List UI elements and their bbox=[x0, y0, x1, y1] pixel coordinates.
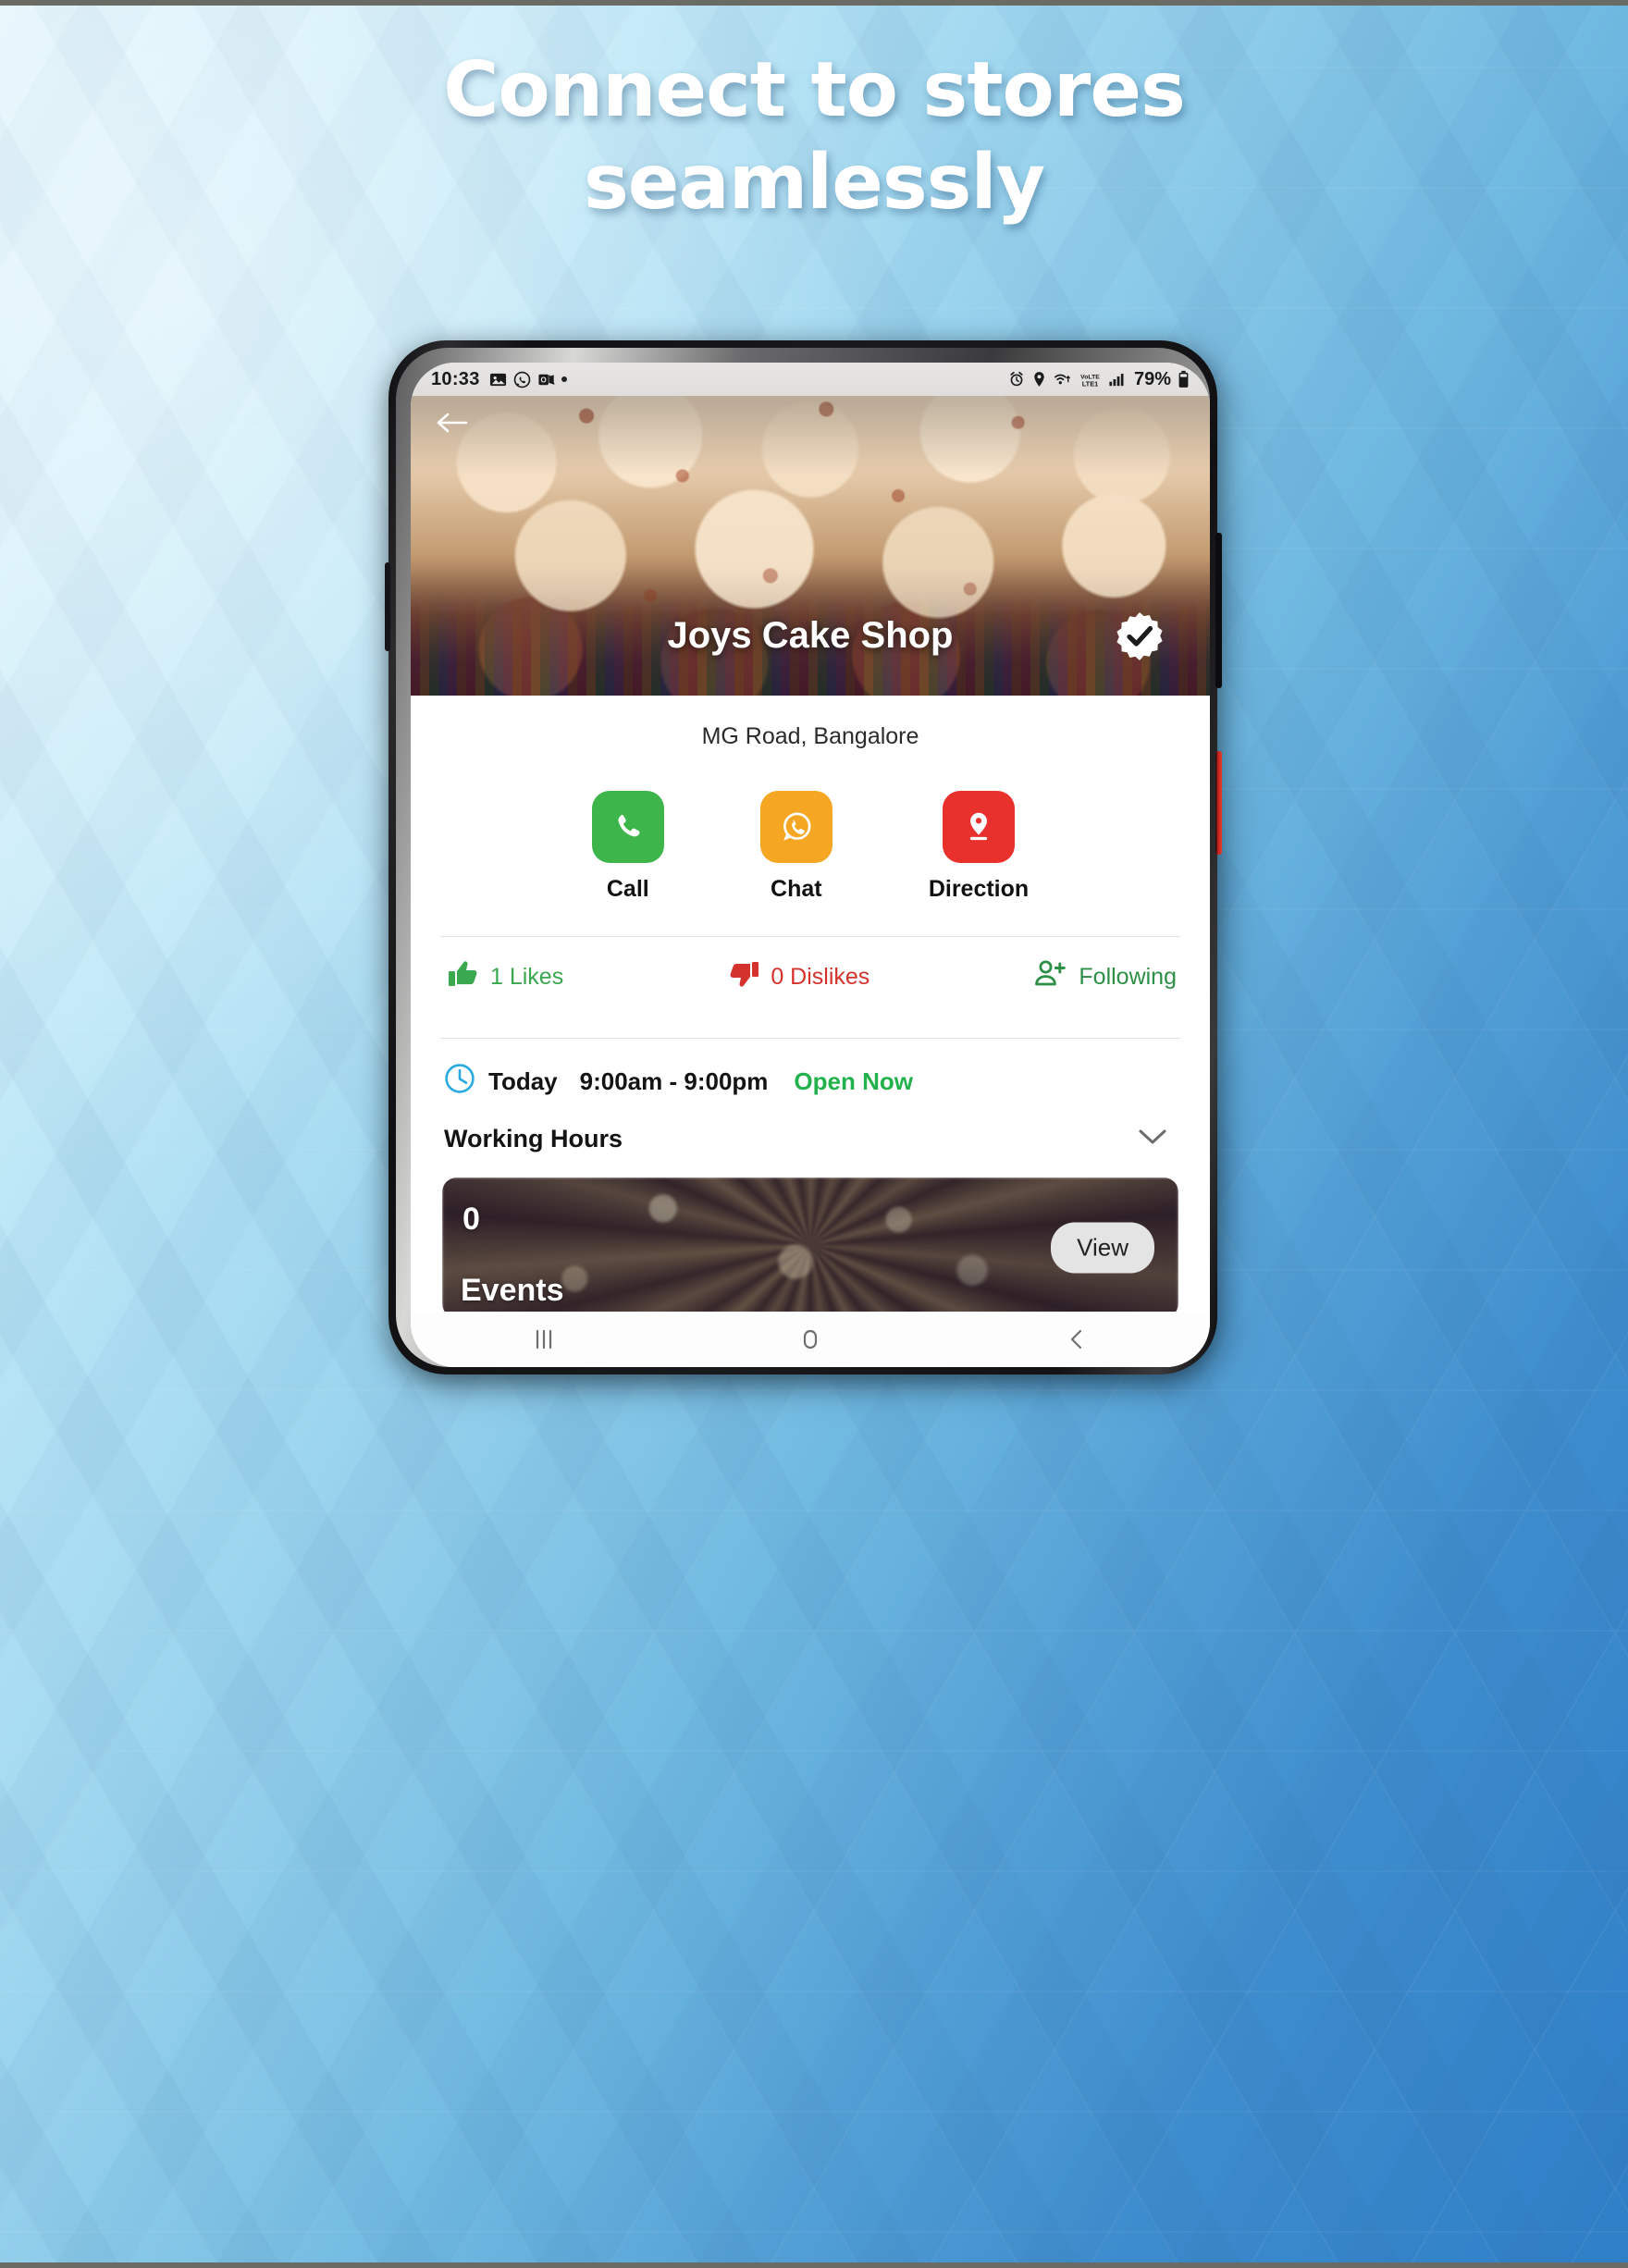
quick-actions: Call Chat Direction bbox=[411, 756, 1210, 914]
thumbs-up-icon bbox=[448, 959, 479, 995]
outlook-icon: O bbox=[537, 371, 555, 388]
store-hero-image: Joys Cake Shop bbox=[411, 363, 1210, 696]
today-label: Today bbox=[488, 1067, 558, 1095]
working-hours-accordion[interactable]: Working Hours bbox=[411, 1101, 1210, 1153]
battery-percent: 79% bbox=[1133, 368, 1171, 389]
image-icon bbox=[489, 371, 507, 388]
dot-icon bbox=[561, 376, 567, 382]
direction-button[interactable]: Direction bbox=[929, 791, 1029, 903]
dislikes-count: 0 Dislikes bbox=[771, 964, 870, 990]
signal-icon bbox=[1108, 371, 1126, 388]
dislikes-stat[interactable]: 0 Dislikes bbox=[728, 959, 870, 995]
volte-icon: VoLTE LTE1 bbox=[1079, 371, 1102, 388]
status-time: 10:33 bbox=[431, 368, 480, 389]
following-label: Following bbox=[1079, 964, 1177, 990]
events-view-button[interactable]: View bbox=[1051, 1222, 1154, 1274]
chat-button[interactable]: Chat bbox=[759, 791, 832, 903]
svg-text:O: O bbox=[540, 376, 546, 384]
back-arrow-icon[interactable] bbox=[435, 407, 472, 438]
thumbs-down-icon bbox=[728, 959, 759, 995]
headline-line-1: Connect to stores bbox=[443, 46, 1186, 134]
bottom-letterbox bbox=[0, 2262, 1628, 2268]
recents-icon[interactable] bbox=[528, 1325, 560, 1354]
headline-line-2: seamlessly bbox=[583, 139, 1045, 228]
call-label: Call bbox=[606, 876, 649, 902]
battery-icon bbox=[1178, 370, 1190, 388]
status-bar: 10:33 O VoLTE LTE1 79% bbox=[411, 363, 1210, 396]
whatsapp-icon bbox=[513, 371, 531, 388]
likes-count: 1 Likes bbox=[490, 964, 564, 990]
following-button[interactable]: Following bbox=[1034, 959, 1177, 995]
chat-label: Chat bbox=[771, 876, 822, 902]
power-button[interactable] bbox=[1215, 751, 1222, 855]
events-caption: Events bbox=[461, 1273, 564, 1308]
phone-body: Joys Cake Shop 10:33 O VoLTE LTE1 79% MG… bbox=[385, 340, 1222, 1374]
hours-range: 9:00am - 9:00pm bbox=[579, 1067, 769, 1095]
clock-icon bbox=[444, 1063, 475, 1101]
store-details-panel: MG Road, Bangalore Call Chat Direction 1… bbox=[411, 696, 1210, 1312]
verified-badge-icon bbox=[1114, 610, 1166, 662]
phone-screen: Joys Cake Shop 10:33 O VoLTE LTE1 79% MG… bbox=[411, 363, 1210, 1367]
chevron-down-icon[interactable] bbox=[1136, 1126, 1169, 1152]
social-stats: 1 Likes 0 Dislikes Following bbox=[411, 937, 1210, 1016]
phone-mockup: Joys Cake Shop 10:33 O VoLTE LTE1 79% MG… bbox=[385, 340, 1240, 1387]
call-button[interactable]: Call bbox=[591, 791, 664, 903]
alarm-icon bbox=[1008, 371, 1025, 388]
whatsapp-icon bbox=[759, 791, 832, 863]
status-bar-right: VoLTE LTE1 79% bbox=[1008, 369, 1190, 390]
map-pin-icon bbox=[942, 791, 1015, 863]
page-title: Connect to stores seamlessly bbox=[0, 44, 1628, 229]
events-count: 0 bbox=[462, 1202, 480, 1237]
today-hours-row: Today 9:00am - 9:00pm Open Now bbox=[411, 1039, 1210, 1101]
location-icon bbox=[1031, 371, 1047, 388]
side-key-left[interactable] bbox=[385, 562, 390, 651]
events-card[interactable]: 0 Events View bbox=[442, 1177, 1178, 1312]
likes-stat[interactable]: 1 Likes bbox=[448, 959, 563, 995]
store-name: Joys Cake Shop bbox=[667, 615, 954, 656]
person-add-icon bbox=[1034, 959, 1067, 995]
working-hours-label: Working Hours bbox=[444, 1125, 623, 1152]
direction-label: Direction bbox=[928, 876, 1030, 902]
status-bar-left: 10:33 O bbox=[431, 369, 567, 390]
open-status-badge: Open Now bbox=[794, 1067, 913, 1095]
phone-bezel: Joys Cake Shop 10:33 O VoLTE LTE1 79% MG… bbox=[396, 348, 1210, 1367]
store-address: MG Road, Bangalore bbox=[701, 723, 919, 749]
phone-icon bbox=[591, 791, 664, 863]
android-navigation-bar bbox=[411, 1312, 1210, 1367]
home-icon[interactable] bbox=[795, 1325, 826, 1354]
wifi-icon bbox=[1054, 371, 1072, 388]
volume-button[interactable] bbox=[1215, 533, 1222, 688]
back-icon[interactable] bbox=[1061, 1325, 1092, 1354]
svg-text:LTE1: LTE1 bbox=[1082, 379, 1099, 388]
promo-cards: 0 Events View 0 Offers View bbox=[411, 1153, 1210, 1312]
